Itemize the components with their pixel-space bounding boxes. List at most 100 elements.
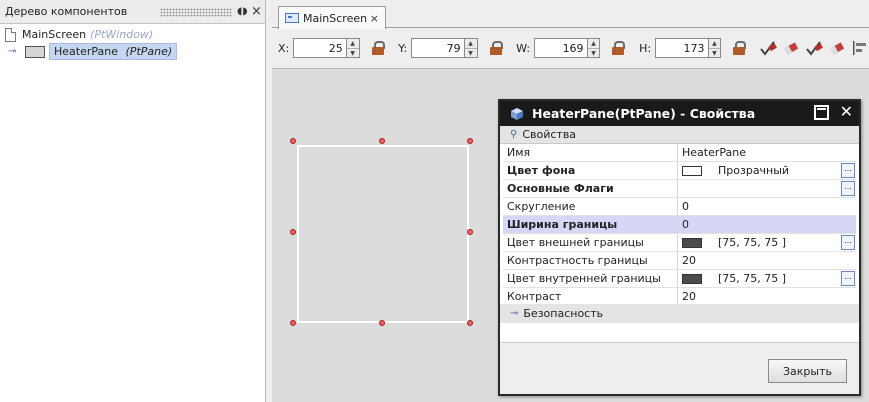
prop-value[interactable]: [75, 75, 75 ] ...: [678, 270, 856, 287]
edit-ellipsis-button[interactable]: ...: [841, 181, 855, 196]
spin-up-icon[interactable]: ▲: [346, 39, 359, 49]
spin-down-icon[interactable]: ▼: [465, 49, 477, 58]
prop-value-text: 20: [682, 254, 696, 267]
resize-handle-sw[interactable]: [290, 320, 296, 326]
lock-h-icon[interactable]: [731, 40, 747, 56]
window-tab-icon: [285, 13, 299, 23]
y-label: Y:: [398, 41, 408, 55]
resize-handle-ne[interactable]: [467, 138, 473, 144]
prop-value[interactable]: 20: [678, 288, 856, 305]
prop-value[interactable]: HeaterPane: [678, 144, 856, 161]
tab-strip: MainScreen ×: [272, 4, 869, 29]
prop-name: Контрастность границы: [503, 252, 678, 269]
prop-value[interactable]: 20: [678, 252, 856, 269]
prop-row-rounding[interactable]: Скругление 0: [503, 198, 856, 216]
prop-value-text: 0: [682, 200, 689, 213]
prop-value[interactable]: [75, 75, 75 ] ...: [678, 234, 856, 251]
x-spinner[interactable]: ▲ ▼: [346, 38, 360, 58]
prop-row-name[interactable]: Имя HeaterPane: [503, 144, 856, 162]
spin-up-icon[interactable]: ▲: [587, 39, 600, 49]
prop-row-bg-color[interactable]: Цвет фона Прозрачный ...: [503, 162, 856, 180]
prop-row-border-contrast[interactable]: Контрастность границы 20: [503, 252, 856, 270]
tree-header: Дерево компонентов ◖◗ ×: [0, 0, 265, 24]
lock-x-icon[interactable]: [370, 40, 385, 56]
tab-close-icon[interactable]: ×: [370, 12, 379, 25]
prop-row-inner-border-color[interactable]: Цвет внутренней границы [75, 75, 75 ] ..…: [503, 270, 856, 288]
prop-value[interactable]: 0: [678, 198, 856, 215]
section-title: Безопасность: [523, 307, 604, 320]
eraser-align-icon-2[interactable]: [828, 39, 846, 57]
tree-drag-grip[interactable]: [160, 8, 232, 17]
prop-value[interactable]: Прозрачный ...: [678, 162, 856, 179]
h-label: H:: [639, 41, 652, 55]
spin-up-icon[interactable]: ▲: [708, 39, 721, 49]
prop-row-basic-flags[interactable]: Основные Флаги ...: [503, 180, 856, 198]
prop-name: Цвет фона: [503, 162, 678, 179]
color-swatch: [682, 273, 702, 284]
w-input[interactable]: 169: [534, 38, 588, 58]
section-properties[interactable]: ⚲ Свойства: [500, 126, 859, 144]
h-spinner[interactable]: ▲ ▼: [708, 38, 722, 58]
h-input[interactable]: 173: [655, 38, 709, 58]
resize-handle-se[interactable]: [467, 320, 473, 326]
prop-value-text: [75, 75, 75 ]: [718, 272, 787, 285]
tree-item-selection[interactable]: HeaterPane (PtPane): [49, 43, 178, 60]
check-align-icon-2[interactable]: [805, 39, 823, 57]
expand-pin-icon[interactable]: ⊸: [510, 308, 518, 319]
lock-w-icon[interactable]: [610, 40, 626, 56]
prop-row-outer-border-color[interactable]: Цвет внешней границы [75, 75, 75 ] ...: [503, 234, 856, 252]
prop-name: Ширина границы: [503, 216, 678, 233]
cube-icon: [511, 107, 523, 120]
resize-handle-n[interactable]: [379, 138, 385, 144]
tree-item-type: (PtWindow): [90, 28, 154, 41]
edit-ellipsis-button[interactable]: ...: [841, 271, 855, 286]
y-spinner[interactable]: ▲ ▼: [464, 38, 478, 58]
tree-title: Дерево компонентов: [5, 5, 128, 18]
eraser-align-icon[interactable]: [782, 39, 800, 57]
spin-down-icon[interactable]: ▼: [709, 49, 721, 58]
w-label: W:: [516, 41, 531, 55]
tree-close-icon[interactable]: ×: [251, 4, 262, 19]
prop-name: Цвет внутренней границы: [503, 270, 678, 287]
dialog-footer: Закрыть: [500, 342, 859, 394]
prop-value-text: Прозрачный: [718, 164, 790, 177]
check-align-icon[interactable]: [759, 39, 777, 57]
spin-up-icon[interactable]: ▲: [464, 39, 477, 49]
prop-value[interactable]: ...: [678, 180, 856, 197]
tree-item-heaterpane[interactable]: ⊸ HeaterPane (PtPane): [8, 43, 178, 60]
lock-y-icon[interactable]: [488, 40, 503, 56]
w-spinner[interactable]: ▲ ▼: [587, 38, 601, 58]
prop-value-text: [75, 75, 75 ]: [718, 236, 787, 249]
prop-name: Цвет внешней границы: [503, 234, 678, 251]
tab-mainscreen[interactable]: MainScreen ×: [278, 6, 386, 29]
prop-row-border-width[interactable]: Ширина границы 0: [503, 216, 856, 234]
spin-down-icon[interactable]: ▼: [588, 49, 600, 58]
maximize-icon[interactable]: [814, 105, 829, 120]
prop-value-text: 0: [682, 218, 689, 231]
resize-handle-s[interactable]: [379, 320, 385, 326]
properties-table: Имя HeaterPane Цвет фона Прозрачный ... …: [503, 144, 856, 306]
tree-item-name: HeaterPane: [54, 45, 119, 58]
prop-value[interactable]: 0: [678, 216, 856, 233]
heaterpane-widget[interactable]: [297, 145, 469, 323]
resize-handle-nw[interactable]: [290, 138, 296, 144]
section-security[interactable]: ⊸ Безопасность: [500, 304, 859, 323]
spin-down-icon[interactable]: ▼: [347, 49, 359, 58]
properties-dialog: HeaterPane(PtPane) - Свойства ✕ ⚲ Свойст…: [498, 99, 861, 396]
x-input[interactable]: 25: [293, 38, 347, 58]
resize-handle-w[interactable]: [290, 229, 296, 235]
minimize-icon[interactable]: ◖◗: [237, 6, 248, 17]
align-left-icon[interactable]: [851, 39, 869, 57]
dialog-close-icon[interactable]: ✕: [840, 102, 853, 121]
dialog-title: HeaterPane(PtPane) - Свойства: [532, 106, 756, 121]
close-button[interactable]: Закрыть: [768, 359, 847, 383]
edit-ellipsis-button[interactable]: ...: [841, 163, 855, 178]
expand-pin-icon[interactable]: ⊸: [8, 46, 22, 57]
collapse-pin-icon[interactable]: ⚲: [510, 129, 517, 140]
y-input[interactable]: 79: [411, 38, 465, 58]
prop-name: Скругление: [503, 198, 678, 215]
tree-item-mainscreen[interactable]: MainScreen (PtWindow): [5, 26, 153, 43]
dialog-titlebar[interactable]: HeaterPane(PtPane) - Свойства ✕: [500, 101, 859, 126]
edit-ellipsis-button[interactable]: ...: [841, 235, 855, 250]
resize-handle-e[interactable]: [467, 229, 473, 235]
